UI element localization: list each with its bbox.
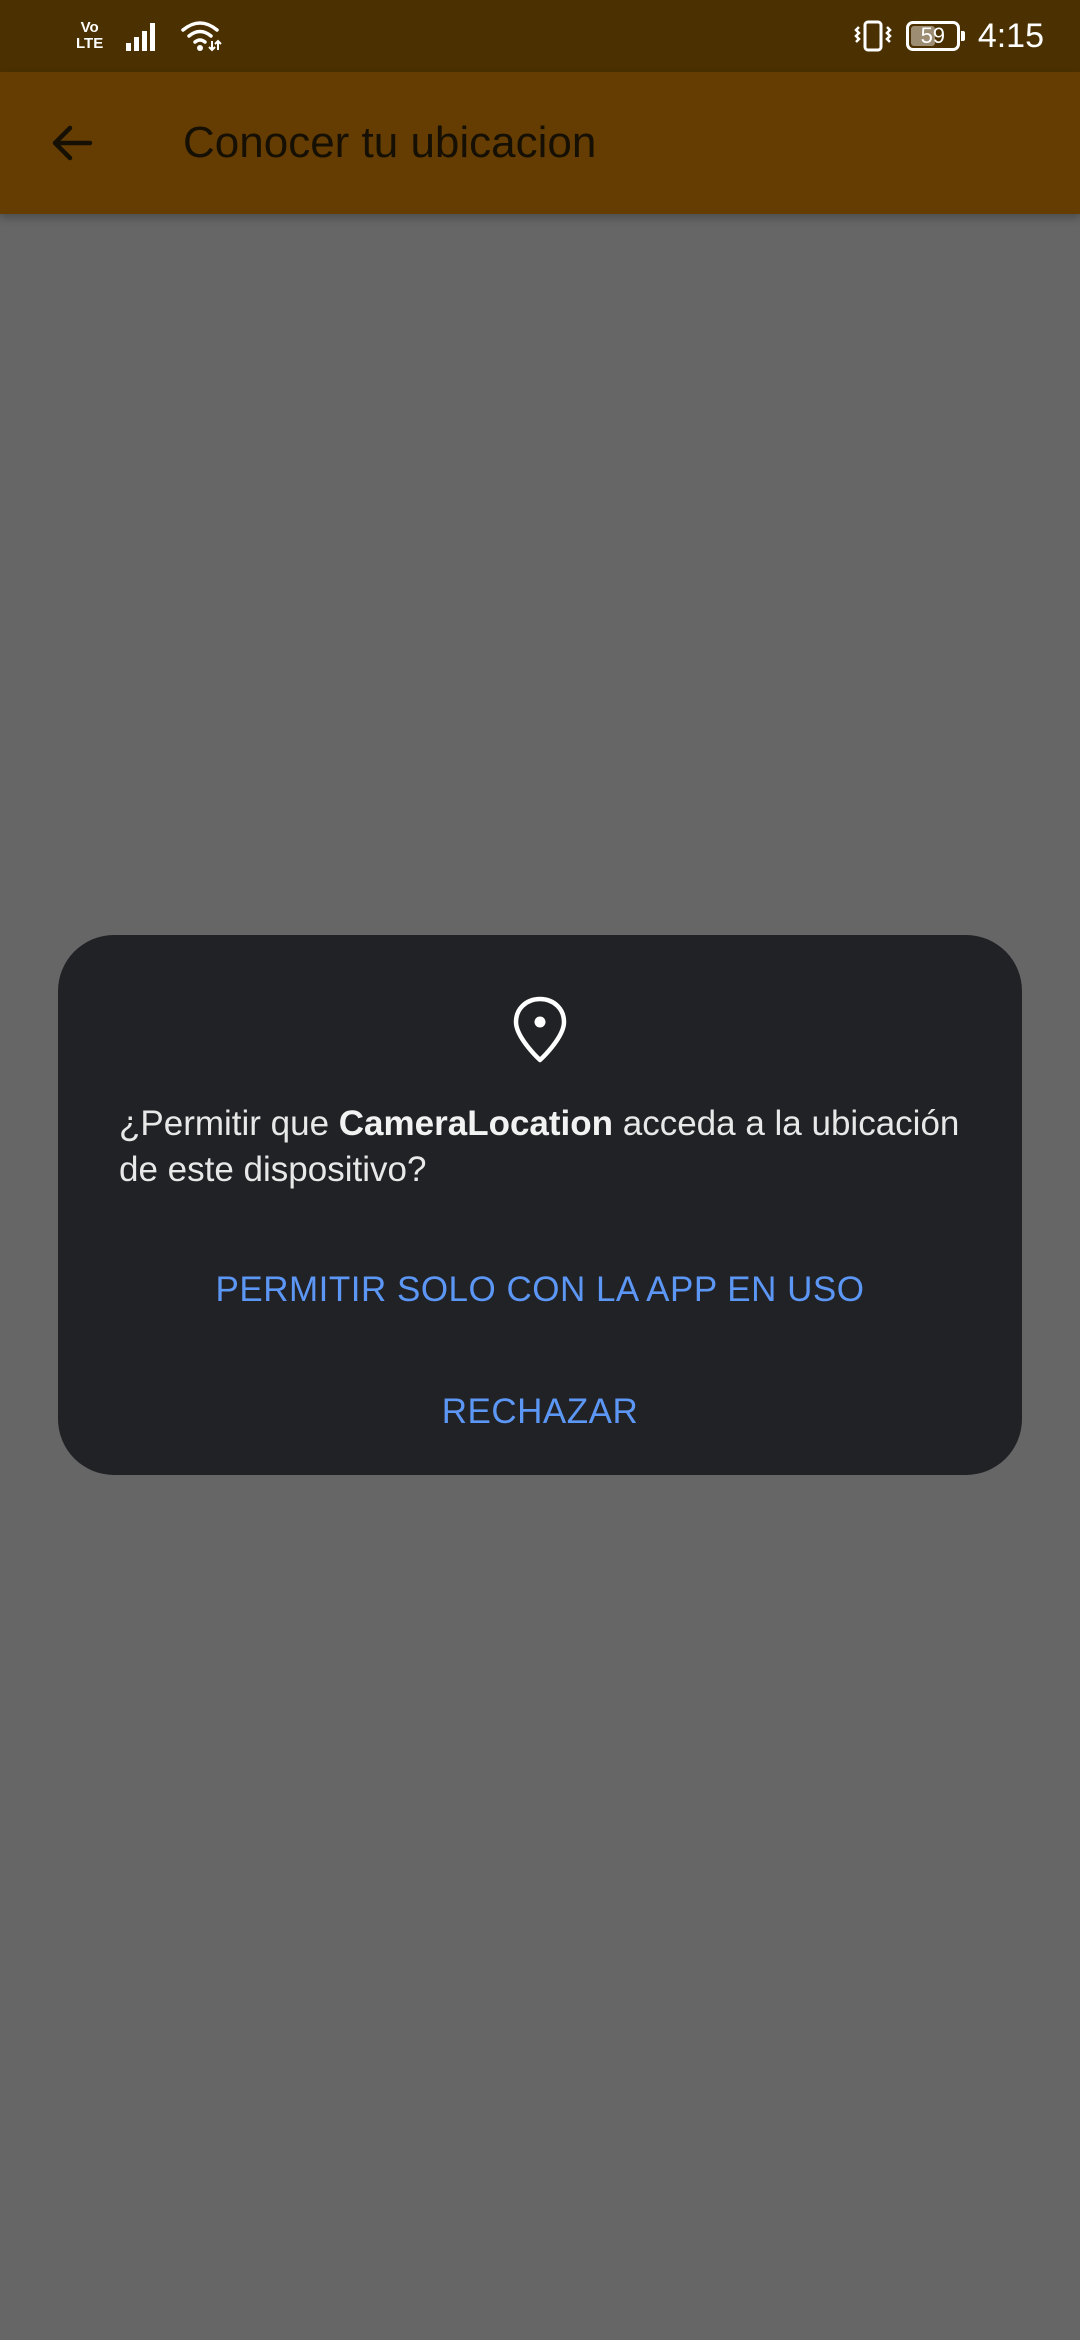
dialog-message-prefix: ¿Permitir que bbox=[119, 1104, 339, 1143]
page-title: Conocer tu ubicacion bbox=[183, 118, 597, 167]
screen: Vo LTE 59 4:15 Conocer tu ubicacion ¿Per… bbox=[0, 0, 1080, 2340]
deny-button[interactable]: RECHAZAR bbox=[58, 1382, 1022, 1442]
allow-while-in-use-button[interactable]: PERMITIR SOLO CON LA APP EN USO bbox=[58, 1260, 1022, 1320]
volte-bottom-label: LTE bbox=[76, 35, 104, 52]
vibrate-icon bbox=[854, 20, 892, 52]
battery-level: 59 bbox=[920, 23, 946, 48]
back-button[interactable] bbox=[26, 97, 118, 189]
dialog-message: ¿Permitir que CameraLocation acceda a la… bbox=[119, 1101, 979, 1193]
status-bar: Vo LTE 59 4:15 bbox=[0, 0, 1080, 72]
app-bar: Conocer tu ubicacion bbox=[0, 72, 1080, 214]
location-permission-dialog: ¿Permitir que CameraLocation acceda a la… bbox=[58, 935, 1022, 1475]
clock: 4:15 bbox=[977, 16, 1044, 55]
status-bar-right: 59 4:15 bbox=[854, 14, 1044, 58]
volte-top-label: Vo bbox=[80, 19, 99, 36]
status-bar-left: Vo LTE bbox=[76, 16, 223, 56]
location-pin-icon bbox=[513, 996, 567, 1063]
wifi-icon bbox=[181, 21, 222, 52]
volte-indicator: Vo LTE bbox=[76, 20, 103, 52]
dialog-app-name: CameraLocation bbox=[338, 1104, 614, 1143]
battery-indicator: 59 bbox=[905, 21, 965, 51]
cell-signal-icon bbox=[126, 23, 156, 51]
arrow-back-icon bbox=[52, 125, 93, 161]
battery-tip bbox=[960, 31, 965, 41]
